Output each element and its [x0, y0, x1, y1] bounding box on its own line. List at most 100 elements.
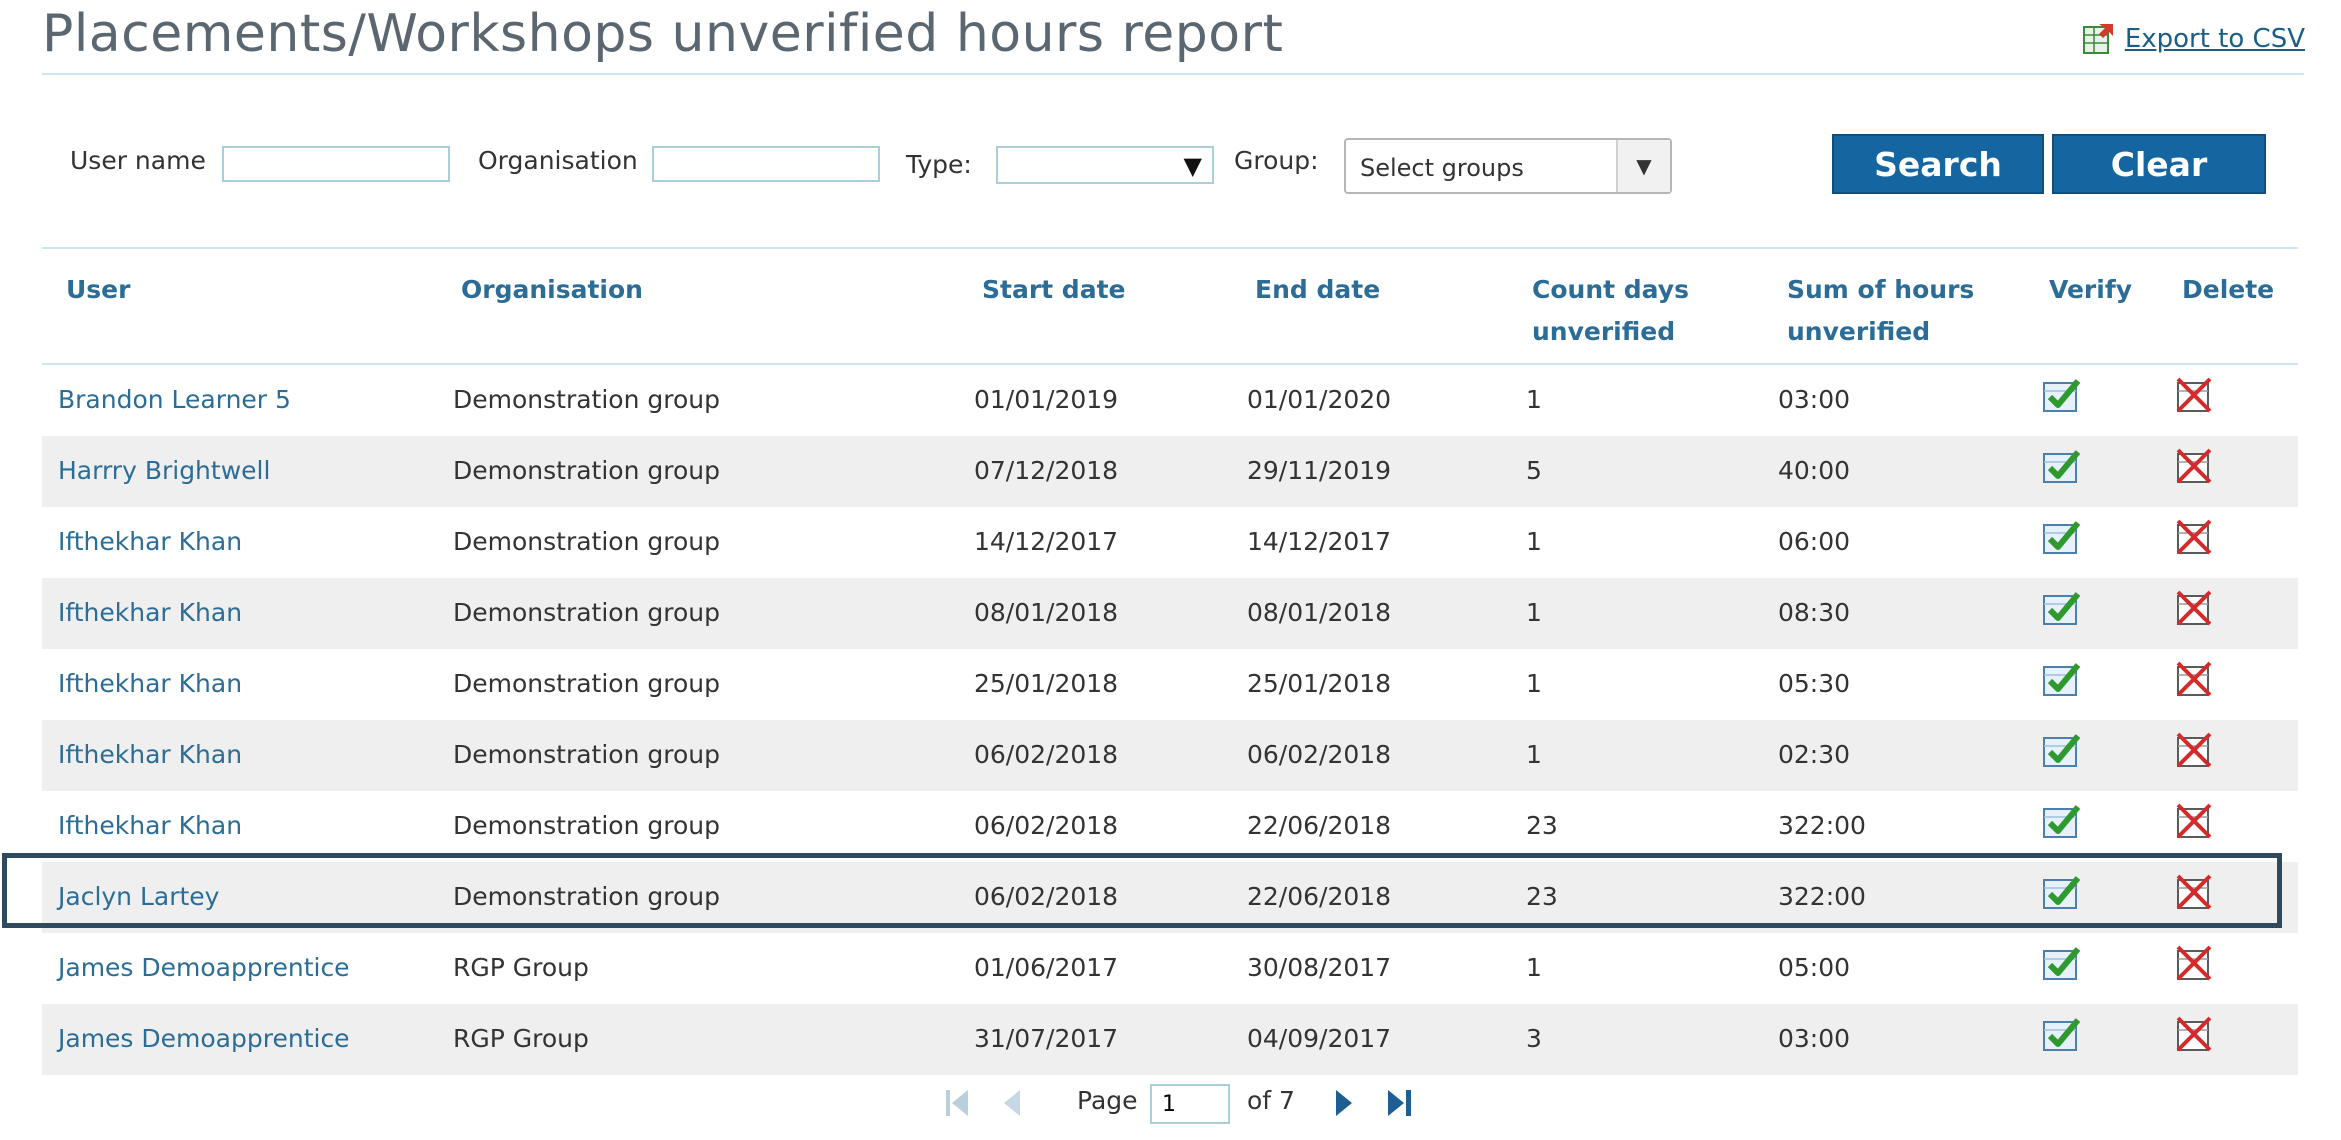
sum-hours-cell: 05:30 [1778, 669, 1851, 698]
verify-check-icon[interactable] [2042, 874, 2082, 910]
clear-button[interactable]: Clear [2052, 134, 2266, 194]
col-header-end-date[interactable]: End date [1255, 269, 1380, 311]
organisation-cell: RGP Group [453, 1024, 589, 1053]
start-date-cell: 14/12/2017 [974, 527, 1119, 556]
delete-cross-icon[interactable] [2174, 803, 2214, 839]
count-days-cell: 1 [1526, 385, 1542, 414]
delete-cross-icon[interactable] [2174, 590, 2214, 626]
table-header: User Organisation Start date End date Co… [42, 247, 2298, 365]
organisation-cell: Demonstration group [453, 527, 720, 556]
delete-cross-icon[interactable] [2174, 1016, 2214, 1052]
col-header-sum-hours[interactable]: Sum of hours unverified [1787, 269, 1974, 353]
end-date-cell: 22/06/2018 [1247, 811, 1392, 840]
group-select[interactable]: Select groups ▼ [1344, 138, 1672, 194]
verify-check-icon[interactable] [2042, 1016, 2082, 1052]
delete-cross-icon[interactable] [2174, 732, 2214, 768]
verify-check-icon[interactable] [2042, 803, 2082, 839]
type-select[interactable]: ▼ [996, 146, 1214, 184]
count-days-cell: 23 [1526, 811, 1558, 840]
group-label: Group: [1234, 146, 1319, 175]
first-page-icon[interactable] [944, 1088, 970, 1118]
user-link[interactable]: James Demoapprentice [58, 953, 350, 982]
col-header-start-date[interactable]: Start date [982, 269, 1125, 311]
organisation-input[interactable] [652, 146, 880, 182]
verify-check-icon[interactable] [2042, 590, 2082, 626]
table-row: Jaclyn Lartey Demonstration group 06/02/… [42, 862, 2298, 933]
end-date-cell: 04/09/2017 [1247, 1024, 1392, 1053]
user-link[interactable]: Ifthekhar Khan [58, 811, 242, 840]
table-row: James Demoapprentice RGP Group 31/07/201… [42, 1004, 2298, 1075]
user-link[interactable]: Jaclyn Lartey [58, 882, 219, 911]
verify-check-icon[interactable] [2042, 732, 2082, 768]
end-date-cell: 22/06/2018 [1247, 882, 1392, 911]
delete-cross-icon[interactable] [2174, 874, 2214, 910]
col-header-organisation[interactable]: Organisation [461, 269, 643, 311]
delete-cross-icon[interactable] [2174, 448, 2214, 484]
table-body: Brandon Learner 5 Demonstration group 01… [42, 365, 2298, 1075]
user-link[interactable]: James Demoapprentice [58, 1024, 350, 1053]
dropdown-arrow-icon: ▼ [1616, 140, 1670, 192]
verify-check-icon[interactable] [2042, 377, 2082, 413]
count-days-cell: 1 [1526, 740, 1542, 769]
end-date-cell: 01/01/2020 [1247, 385, 1392, 414]
col-header-sum-hours-line2: unverified [1787, 317, 1931, 346]
start-date-cell: 01/01/2019 [974, 385, 1119, 414]
table-row: Ifthekhar Khan Demonstration group 06/02… [42, 791, 2298, 862]
verify-check-icon[interactable] [2042, 945, 2082, 981]
end-date-cell: 25/01/2018 [1247, 669, 1392, 698]
last-page-icon[interactable] [1386, 1088, 1414, 1118]
start-date-cell: 06/02/2018 [974, 882, 1119, 911]
user-link[interactable]: Ifthekhar Khan [58, 740, 242, 769]
delete-cross-icon[interactable] [2174, 519, 2214, 555]
sum-hours-cell: 02:30 [1778, 740, 1851, 769]
count-days-cell: 23 [1526, 882, 1558, 911]
group-select-value: Select groups [1360, 154, 1524, 182]
organisation-cell: Demonstration group [453, 385, 720, 414]
user-link[interactable]: Harrry Brightwell [58, 456, 270, 485]
end-date-cell: 08/01/2018 [1247, 598, 1392, 627]
page-label: Page [1077, 1086, 1138, 1115]
verify-check-icon[interactable] [2042, 448, 2082, 484]
table-row: Ifthekhar Khan Demonstration group 08/01… [42, 578, 2298, 649]
organisation-cell: Demonstration group [453, 669, 720, 698]
user-link[interactable]: Ifthekhar Khan [58, 598, 242, 627]
user-link[interactable]: Brandon Learner 5 [58, 385, 291, 414]
start-date-cell: 07/12/2018 [974, 456, 1119, 485]
delete-cross-icon[interactable] [2174, 661, 2214, 697]
count-days-cell: 3 [1526, 1024, 1542, 1053]
sum-hours-cell: 06:00 [1778, 527, 1851, 556]
delete-cross-icon[interactable] [2174, 377, 2214, 413]
user-link[interactable]: Ifthekhar Khan [58, 669, 242, 698]
previous-page-icon[interactable] [1000, 1088, 1022, 1118]
count-days-cell: 1 [1526, 598, 1542, 627]
user-link[interactable]: Ifthekhar Khan [58, 527, 242, 556]
count-days-cell: 5 [1526, 456, 1542, 485]
next-page-icon[interactable] [1334, 1088, 1356, 1118]
search-button[interactable]: Search [1832, 134, 2044, 194]
col-header-user[interactable]: User [66, 269, 130, 311]
sum-hours-cell: 40:00 [1778, 456, 1851, 485]
filter-bar: User name Organisation Type: ▼ Group: Se… [42, 134, 2302, 196]
title-divider [42, 73, 2304, 75]
dropdown-arrow-icon: ▼ [1183, 152, 1202, 180]
start-date-cell: 01/06/2017 [974, 953, 1119, 982]
verify-check-icon[interactable] [2042, 661, 2082, 697]
col-header-sum-hours-line1: Sum of hours [1787, 275, 1975, 304]
user-name-input[interactable] [222, 146, 450, 182]
end-date-cell: 06/02/2018 [1247, 740, 1392, 769]
verify-check-icon[interactable] [2042, 519, 2082, 555]
col-header-count-days[interactable]: Count days unverified [1532, 269, 1689, 353]
end-date-cell: 29/11/2019 [1247, 456, 1392, 485]
start-date-cell: 31/07/2017 [974, 1024, 1119, 1053]
sum-hours-cell: 08:30 [1778, 598, 1851, 627]
organisation-label: Organisation [478, 146, 638, 175]
organisation-cell: Demonstration group [453, 811, 720, 840]
user-name-label: User name [70, 146, 206, 175]
organisation-cell: Demonstration group [453, 598, 720, 627]
export-csv-link[interactable]: Export to CSV [2081, 22, 2305, 56]
sum-hours-cell: 03:00 [1778, 1024, 1851, 1053]
page-number-input[interactable] [1150, 1084, 1230, 1124]
delete-cross-icon[interactable] [2174, 945, 2214, 981]
count-days-cell: 1 [1526, 527, 1542, 556]
table-row: Ifthekhar Khan Demonstration group 14/12… [42, 507, 2298, 578]
